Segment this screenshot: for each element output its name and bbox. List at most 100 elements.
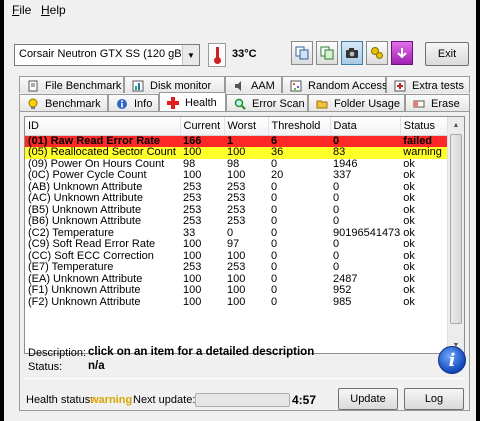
table-cell-status: failed [400,135,454,147]
screenshot-button[interactable] [341,41,363,65]
table-cell-threshold: 0 [271,193,278,204]
table-row[interactable]: (01) Raw Read Error Rate 166 1 6 0 failed [25,135,454,147]
status-value: n/a [88,360,105,372]
table-row[interactable]: (AB) Unknown Attribute 253 253 0 0 ok [25,182,453,194]
tab-file-benchmark[interactable]: File Benchmark [19,76,124,93]
vertical-scrollbar[interactable]: ▲ ▼ [447,117,464,353]
description-value: click on an item for a detailed descript… [88,346,315,358]
table-row[interactable]: (09) Power On Hours Count 98 98 0 1946 ok [25,159,453,171]
table-cell-data: 0 [333,181,340,193]
tab-label: Extra tests [412,80,464,92]
bulb-icon [28,98,38,109]
table-cell-status: ok [403,239,415,250]
table-cell-current: 33 [183,227,196,239]
column-header-data[interactable]: Data [330,117,401,136]
table-cell-threshold: 0 [271,250,278,262]
column-header-current[interactable]: Current [180,117,225,136]
table-cell-data: 0 [333,204,340,216]
table-cell-current: 253 [183,216,202,227]
table-cell-threshold: 0 [271,239,278,250]
description-label: Description: [28,347,87,359]
menu-file[interactable]: File [12,3,31,17]
table-cell-status: ok [403,158,415,170]
table-row[interactable]: (B5) Unknown Attribute 253 253 0 0 ok [25,205,453,217]
table-cell-current: 100 [183,239,202,250]
tab-extra-tests[interactable]: Extra tests [386,76,470,93]
table-cell-worst: 100 [227,250,246,262]
log-button[interactable]: Log [404,388,464,410]
table-cell-worst: 1 [224,135,268,147]
column-header-worst[interactable]: Worst [224,117,269,136]
info-icon [117,99,127,109]
table-row[interactable]: (B6) Unknown Attribute 253 253 0 0 ok [25,216,453,228]
table-cell-worst: 100 [224,147,268,159]
copy-text-icon [320,46,334,60]
column-header-id[interactable]: ID [25,117,181,136]
tab-label: Folder Usage [334,98,401,110]
table-cell-data: 985 [333,296,352,308]
table-cell-current: 98 [183,158,196,170]
table-cell-threshold: 0 [271,204,278,216]
tab-erase[interactable]: Erase [405,94,470,111]
speaker-icon [235,81,241,91]
save-icon [397,48,407,59]
copy-text-button[interactable] [316,41,338,65]
table-cell-id: (C2) Temperature [28,227,114,239]
tab-aam[interactable]: AAM [225,76,282,93]
table-cell-data: 2487 [333,273,358,285]
table-cell-status: warning [400,147,454,159]
tab-disk-monitor[interactable]: Disk monitor [124,76,225,93]
table-row[interactable]: (0C) Power Cycle Count 100 100 20 337 ok [25,170,453,182]
erase-icon [413,100,425,108]
table-cell-threshold: 0 [271,273,278,285]
options-button[interactable] [366,41,388,65]
copy-screen-button[interactable] [291,41,313,65]
table-cell-current: 100 [180,147,224,159]
smart-table: ID Current Worst Threshold Data Status (… [25,117,454,308]
divider [24,378,465,379]
table-row[interactable]: (E7) Temperature 253 253 0 0 ok [25,262,453,274]
table-cell-current: 100 [183,170,202,181]
column-header-status[interactable]: Status [400,117,454,136]
smart-attribute-table[interactable]: ID Current Worst Threshold Data Status (… [24,116,465,354]
table-cell-worst: 100 [227,296,246,308]
table-row[interactable]: (AC) Unknown Attribute 253 253 0 0 ok [25,193,453,205]
table-cell-id: (EA) Unknown Attribute [28,273,143,285]
table-row[interactable]: (EA) Unknown Attribute 100 100 0 2487 ok [25,274,453,286]
exit-button[interactable]: Exit [425,42,469,66]
folder-icon [316,100,328,109]
table-row[interactable]: (F1) Unknown Attribute 100 100 0 952 ok [25,285,453,297]
drive-select[interactable]: Corsair Neutron GTX SS (120 gB) ▼ [14,44,200,66]
tab-label: Benchmark [45,98,101,110]
table-row[interactable]: (C2) Temperature 33 0 0 90196541473 ok [25,228,453,240]
tab-benchmark[interactable]: Benchmark [19,94,108,111]
tab-error-scan[interactable]: Error Scan [226,94,308,111]
table-cell-threshold: 0 [271,262,278,273]
tab-row-bottom: Benchmark Info Health Error Scan Folder … [4,92,476,111]
tab-label: Erase [431,98,460,110]
table-cell-threshold: 0 [271,296,278,308]
table-cell-data: 0 [333,193,340,204]
scroll-up-icon[interactable]: ▲ [448,117,464,133]
table-cell-worst: 253 [227,262,246,273]
tab-health[interactable]: Health [159,92,226,111]
tab-info[interactable]: Info [108,94,159,111]
health-cross-icon [167,97,179,109]
tab-folder-usage[interactable]: Folder Usage [308,94,405,111]
update-button[interactable]: Update [338,388,398,410]
save-button[interactable] [391,41,413,65]
chevron-down-icon[interactable]: ▼ [182,45,199,65]
menu-help[interactable]: Help [41,3,66,17]
table-row[interactable]: (CC) Soft ECC Correction 100 100 0 0 ok [25,251,453,263]
table-cell-current: 253 [183,204,202,216]
table-cell-id: (05) Reallocated Sector Count [25,147,180,159]
tab-random-access[interactable]: Random Access [282,76,387,93]
table-cell-worst: 100 [227,170,246,181]
table-cell-status: ok [403,273,415,285]
info-icon: i [438,346,466,374]
column-header-threshold[interactable]: Threshold [268,117,331,136]
table-row[interactable]: (05) Reallocated Sector Count 100 100 36 83 w… [25,147,454,159]
table-row[interactable]: (C9) Soft Read Error Rate 100 97 0 0 ok [25,239,453,251]
scrollbar-thumb[interactable] [450,134,462,324]
table-row[interactable]: (F2) Unknown Attribute 100 100 0 985 ok [25,297,453,309]
